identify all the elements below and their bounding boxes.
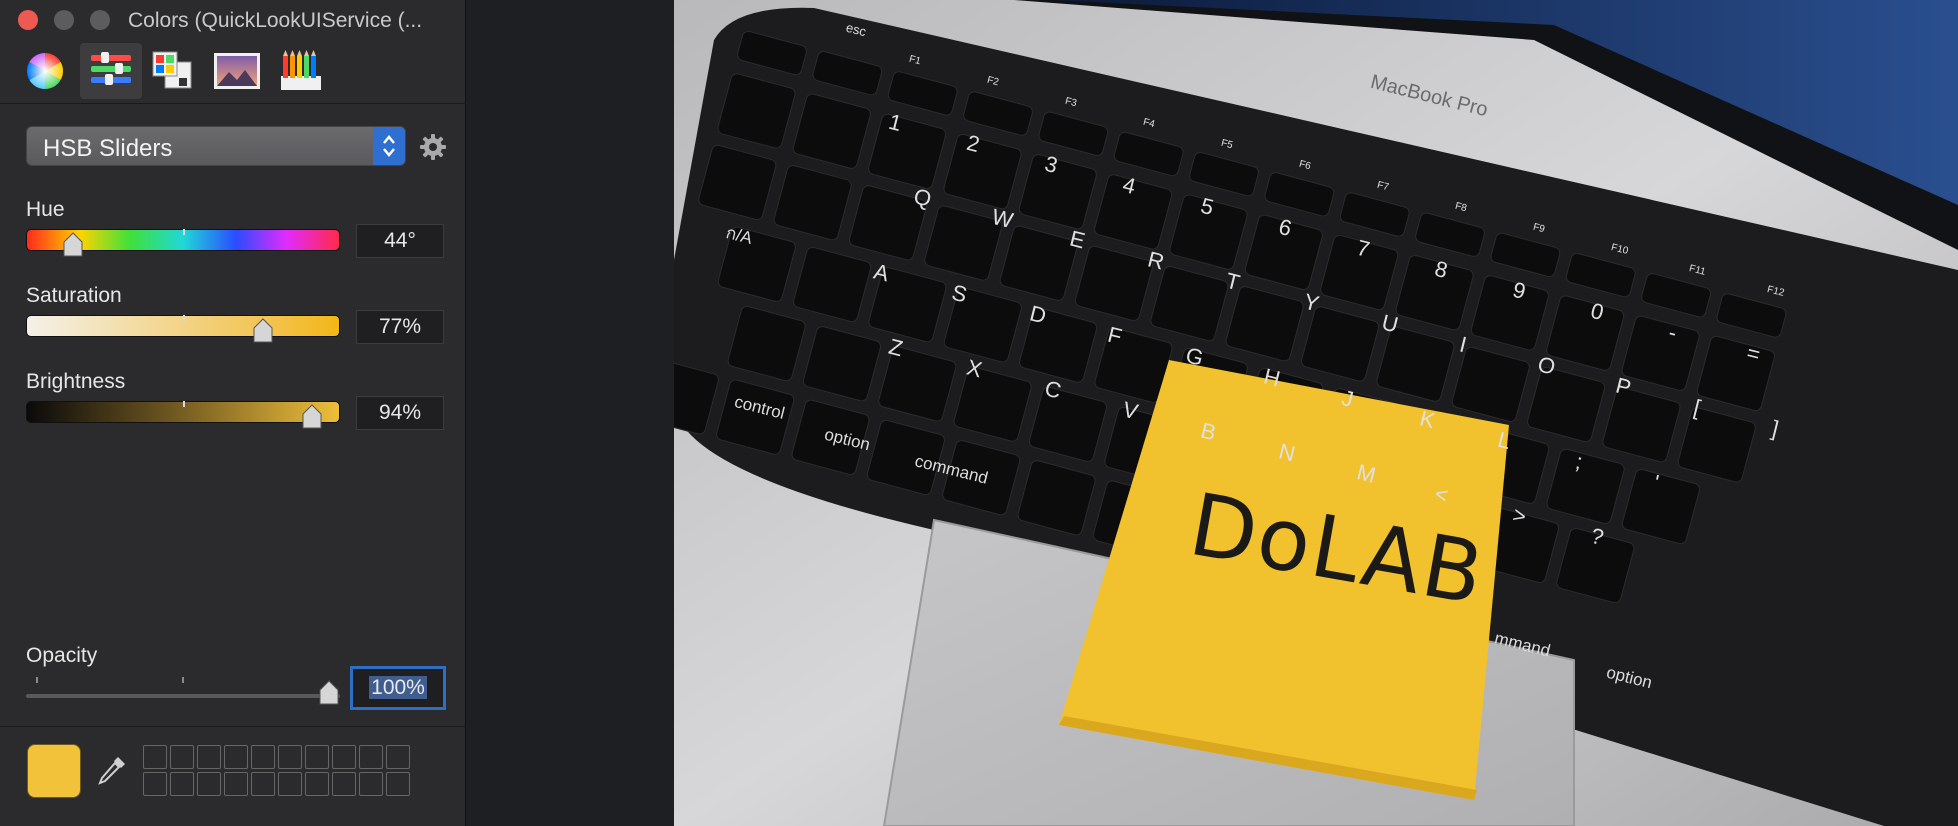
swatch-well[interactable] <box>386 772 410 796</box>
swatch-well[interactable] <box>332 745 356 769</box>
swatch-well[interactable] <box>224 772 248 796</box>
brightness-label: Brightness <box>26 370 126 393</box>
saturation-slider[interactable] <box>26 315 340 343</box>
opacity-slider-thumb[interactable] <box>318 680 340 706</box>
opacity-tick <box>36 677 38 683</box>
colors-panel: Colors (QuickLookUIService (... HSB Slid… <box>0 0 466 826</box>
swatch-well[interactable] <box>278 745 302 769</box>
updown-chevron-icon <box>373 127 405 165</box>
swatch-well[interactable] <box>224 745 248 769</box>
hue-midpoint-tick <box>183 229 185 235</box>
hue-slider-thumb[interactable] <box>62 232 84 258</box>
sliders-icon <box>91 52 131 85</box>
brightness-value-field[interactable]: 94% <box>356 396 444 430</box>
saturation-label: Saturation <box>26 284 122 307</box>
tab-color-wheel[interactable] <box>14 43 76 99</box>
tab-pencils[interactable] <box>270 43 332 99</box>
hue-value-field[interactable]: 44° <box>356 224 444 258</box>
image-palettes-icon <box>214 53 260 89</box>
tab-color-palettes[interactable] <box>142 43 204 99</box>
desktop-background <box>467 0 674 826</box>
hue-label: Hue <box>26 198 65 221</box>
minimize-button[interactable] <box>54 10 74 30</box>
window-title: Colors (QuickLookUIService (... <box>128 9 423 32</box>
tab-image-palettes[interactable] <box>206 43 268 99</box>
color-picker-toolbar <box>0 40 466 104</box>
palettes-icon <box>152 51 192 89</box>
laptop-photo <box>674 0 1958 826</box>
swatch-well[interactable] <box>170 745 194 769</box>
opacity-value-text: 100% <box>369 676 427 699</box>
swatch-well[interactable] <box>251 745 275 769</box>
swatch-well[interactable] <box>197 745 221 769</box>
titlebar: Colors (QuickLookUIService (... <box>0 0 466 40</box>
hue-slider[interactable] <box>26 229 340 257</box>
saturation-value-field[interactable]: 77% <box>356 310 444 344</box>
swatch-well[interactable] <box>278 772 302 796</box>
opacity-value-field[interactable]: 100% <box>350 666 446 710</box>
current-color-swatch[interactable] <box>27 744 81 798</box>
divider <box>0 726 466 727</box>
swatch-well[interactable] <box>359 745 383 769</box>
swatch-well[interactable] <box>305 772 329 796</box>
swatch-well[interactable] <box>143 745 167 769</box>
pencils-icon <box>281 50 321 90</box>
swatch-well[interactable] <box>251 772 275 796</box>
saturation-slider-thumb[interactable] <box>252 318 274 344</box>
swatch-well[interactable] <box>170 772 194 796</box>
swatch-well[interactable] <box>386 745 410 769</box>
brightness-slider-thumb[interactable] <box>301 404 323 430</box>
swatch-wells <box>143 745 410 796</box>
brightness-slider[interactable] <box>26 401 340 429</box>
opacity-label: Opacity <box>26 644 98 667</box>
brightness-midpoint-tick <box>183 401 185 407</box>
saturation-midpoint-tick <box>183 315 185 321</box>
swatch-well[interactable] <box>305 745 329 769</box>
swatch-well[interactable] <box>143 772 167 796</box>
tab-color-sliders[interactable] <box>80 43 142 99</box>
close-button[interactable] <box>18 10 38 30</box>
swatch-well[interactable] <box>332 772 356 796</box>
opacity-tick <box>182 677 184 683</box>
gear-icon[interactable] <box>419 133 447 161</box>
screen: Colors (QuickLookUIService (... HSB Slid… <box>0 0 1958 826</box>
eyedropper-icon[interactable] <box>96 754 128 788</box>
color-wheel-icon <box>26 52 64 90</box>
quicklook-photo: DoLAB MacBook Pro esc control option com… <box>674 0 1958 826</box>
zoom-button[interactable] <box>90 10 110 30</box>
opacity-slider[interactable] <box>26 694 340 698</box>
swatch-well[interactable] <box>359 772 383 796</box>
slider-mode-value: HSB Sliders <box>43 135 173 162</box>
slider-mode-select[interactable]: HSB Sliders <box>26 126 406 166</box>
swatch-well[interactable] <box>197 772 221 796</box>
